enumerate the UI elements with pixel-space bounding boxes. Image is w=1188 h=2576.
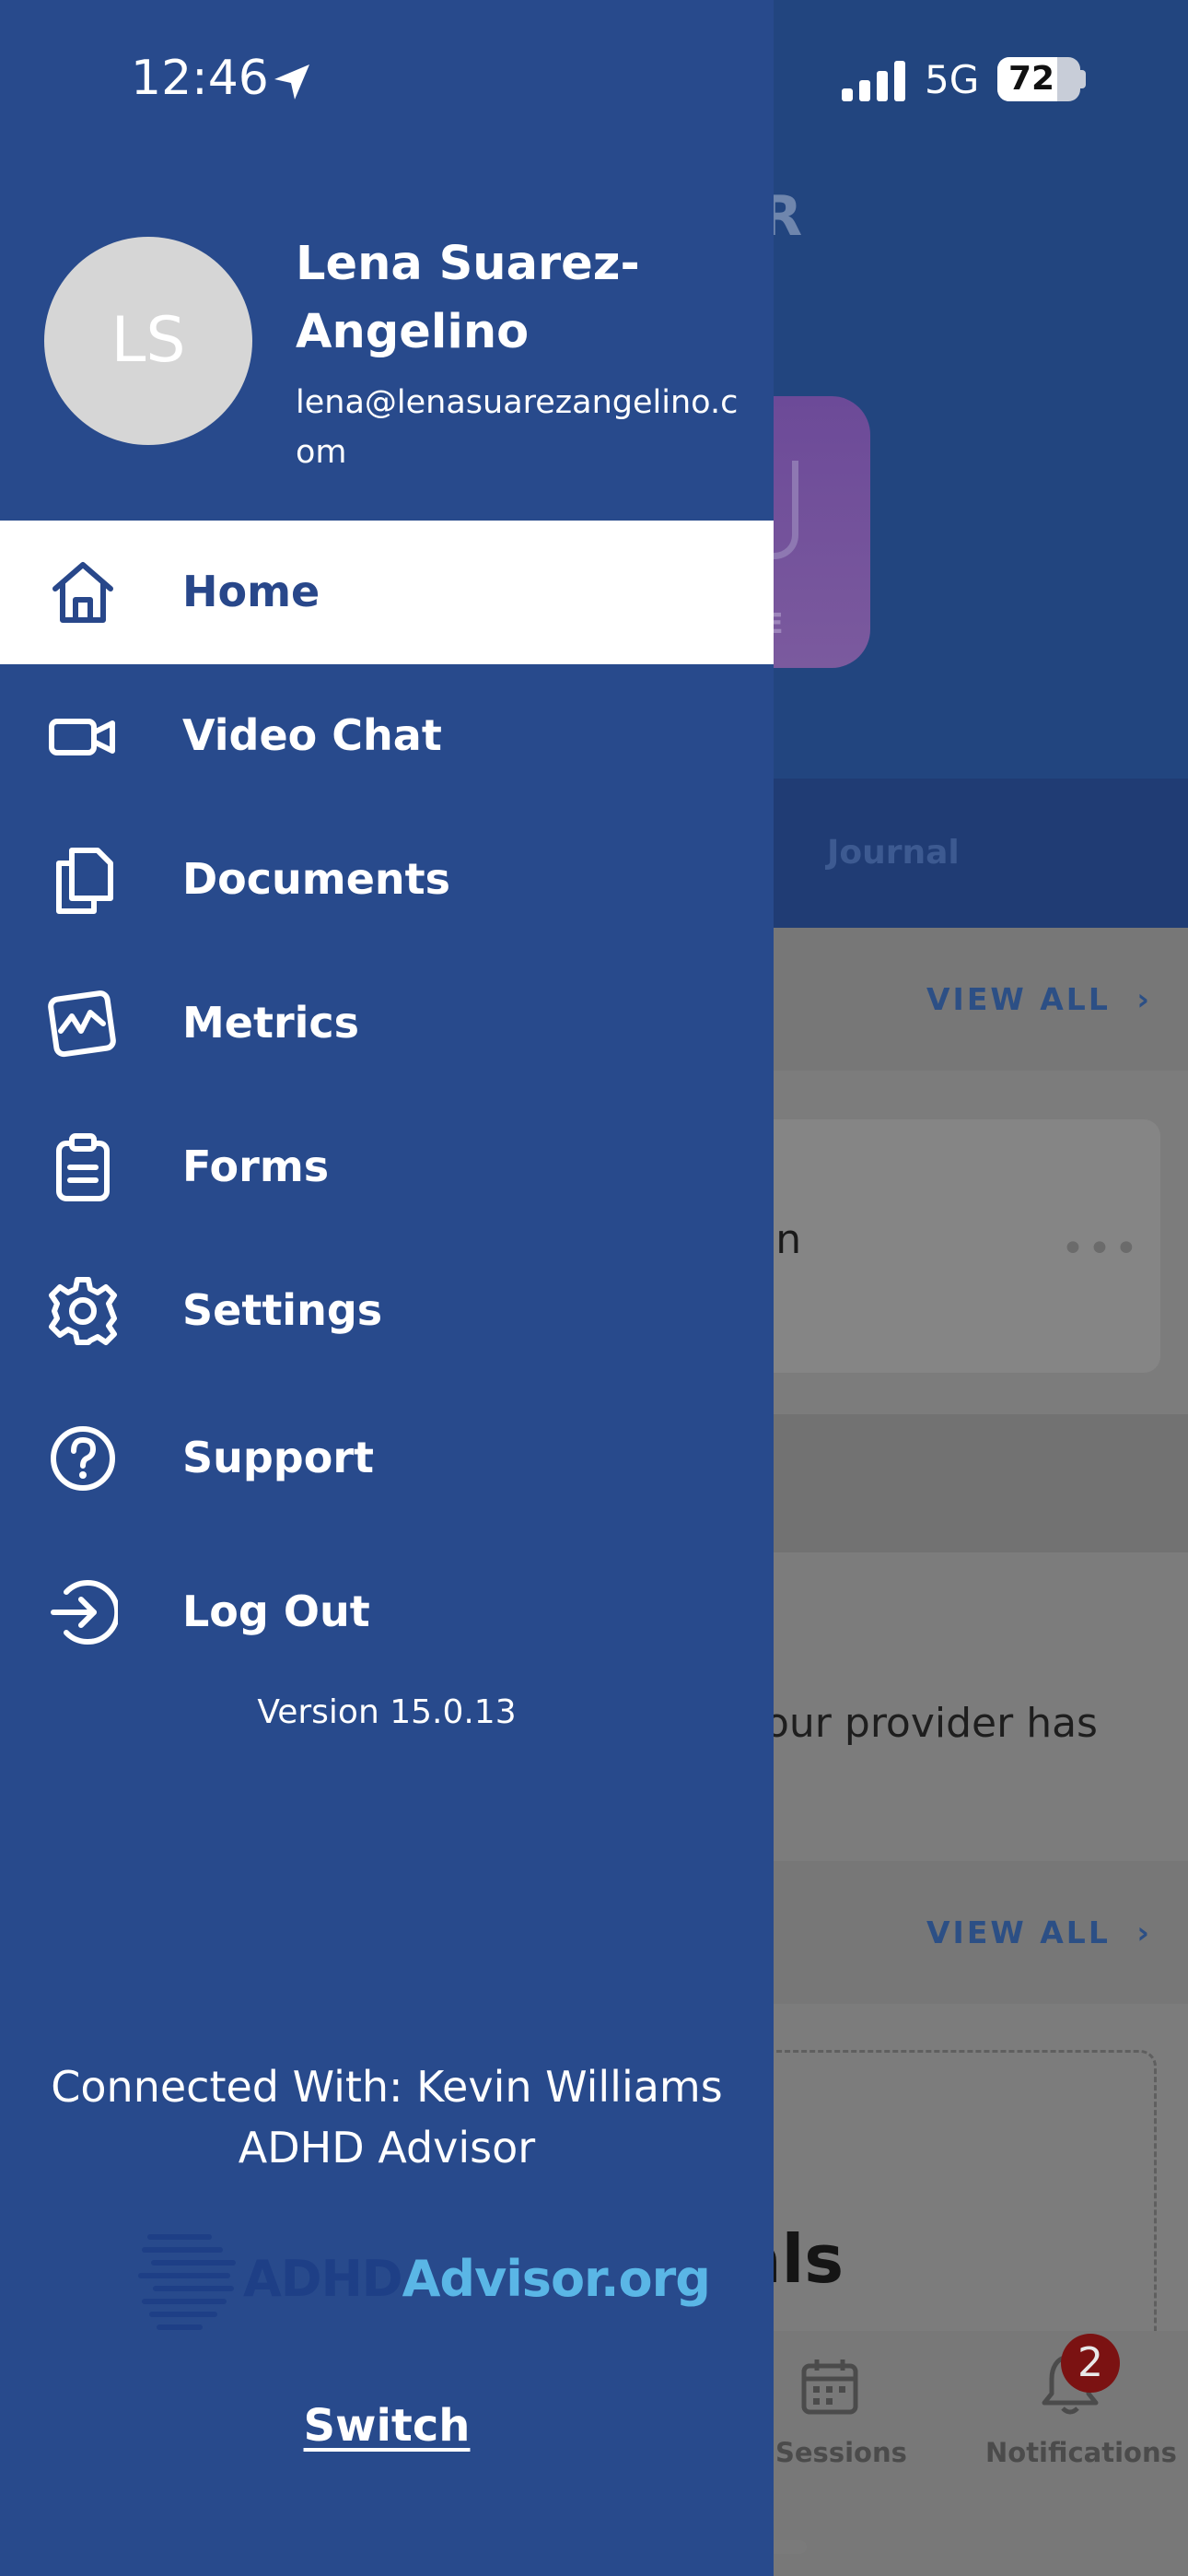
menu-item-settings[interactable]: Settings xyxy=(0,1239,774,1383)
cellular-signal-icon xyxy=(842,61,905,101)
location-arrow-icon xyxy=(274,64,309,100)
view-all-label: VIEW ALL xyxy=(926,981,1111,1017)
battery-percentage: 72 xyxy=(1007,60,1055,98)
menu-item-home[interactable]: Home xyxy=(0,521,774,664)
menu-label-forms: Forms xyxy=(182,1142,330,1191)
menu-item-forms[interactable]: Forms xyxy=(0,1095,774,1239)
menu-item-documents[interactable]: Documents xyxy=(0,808,774,952)
home-icon xyxy=(52,562,113,623)
menu-label-settings: Settings xyxy=(182,1285,383,1335)
switch-link[interactable]: Switch xyxy=(0,2400,774,2452)
connected-with-line: Connected With: Kevin Williams xyxy=(51,2062,723,2112)
menu-label-metrics: Metrics xyxy=(182,998,360,1048)
connected-organization-line: ADHD Advisor xyxy=(238,2123,536,2172)
app-version: Version 15.0.13 xyxy=(257,1693,517,1731)
tab-sessions-label: Sessions xyxy=(775,2437,907,2468)
chevron-right-icon: › xyxy=(1136,981,1152,1017)
background-empty-state-text: our provider has xyxy=(764,1700,1098,1747)
chevron-right-icon: › xyxy=(1136,1914,1152,1950)
menu-label-video-chat: Video Chat xyxy=(182,710,442,760)
menu-label-support: Support xyxy=(182,1433,375,1482)
metrics-chart-icon xyxy=(48,990,116,1058)
menu-item-support[interactable]: Support xyxy=(0,1387,774,1530)
menu-label-log-out: Log Out xyxy=(182,1587,370,1636)
network-type: 5G xyxy=(925,57,980,102)
menu-label-home: Home xyxy=(182,567,320,616)
avatar[interactable]: LS xyxy=(44,237,252,445)
notifications-badge: 2 xyxy=(1061,2334,1120,2393)
menu-item-video-chat[interactable]: Video Chat xyxy=(0,664,774,808)
background-tab-journal: Journal xyxy=(827,834,960,872)
question-circle-icon xyxy=(51,1426,115,1491)
background-view-all-link: VIEW ALL › xyxy=(926,981,1152,1017)
menu-item-metrics[interactable]: Metrics xyxy=(0,952,774,1095)
battery-icon: 72 xyxy=(997,57,1080,101)
calendar-icon xyxy=(801,2359,858,2415)
video-camera-icon xyxy=(49,719,115,755)
logo-part-advisor: Advisor.org xyxy=(402,2250,711,2308)
more-options-icon: ••• xyxy=(1061,1225,1141,1272)
menu-label-documents: Documents xyxy=(182,854,451,904)
background-view-all-link-2: VIEW ALL › xyxy=(926,1914,1152,1950)
clipboard-icon xyxy=(56,1133,110,1201)
documents-icon xyxy=(56,848,113,914)
battery-tip xyxy=(1078,70,1086,88)
user-email: lena@lenasuarezangelino.com xyxy=(296,384,739,471)
status-time: 12:46 xyxy=(131,51,269,106)
gear-icon xyxy=(49,1277,117,1345)
logo-wordmark: ADHDAdvisor.org xyxy=(243,2250,711,2308)
menu-item-log-out[interactable]: Log Out xyxy=(0,1540,774,1684)
connected-provider: Connected With: Kevin Williams ADHD Advi… xyxy=(0,2056,774,2178)
user-name: Lena Suarez-Angelino xyxy=(296,237,640,359)
view-all-label: VIEW ALL xyxy=(926,1914,1111,1950)
logo-part-adhd: ADHD xyxy=(243,2250,403,2308)
tab-notifications-label: Notifications xyxy=(985,2437,1177,2468)
logout-arrow-icon xyxy=(51,1580,118,1645)
